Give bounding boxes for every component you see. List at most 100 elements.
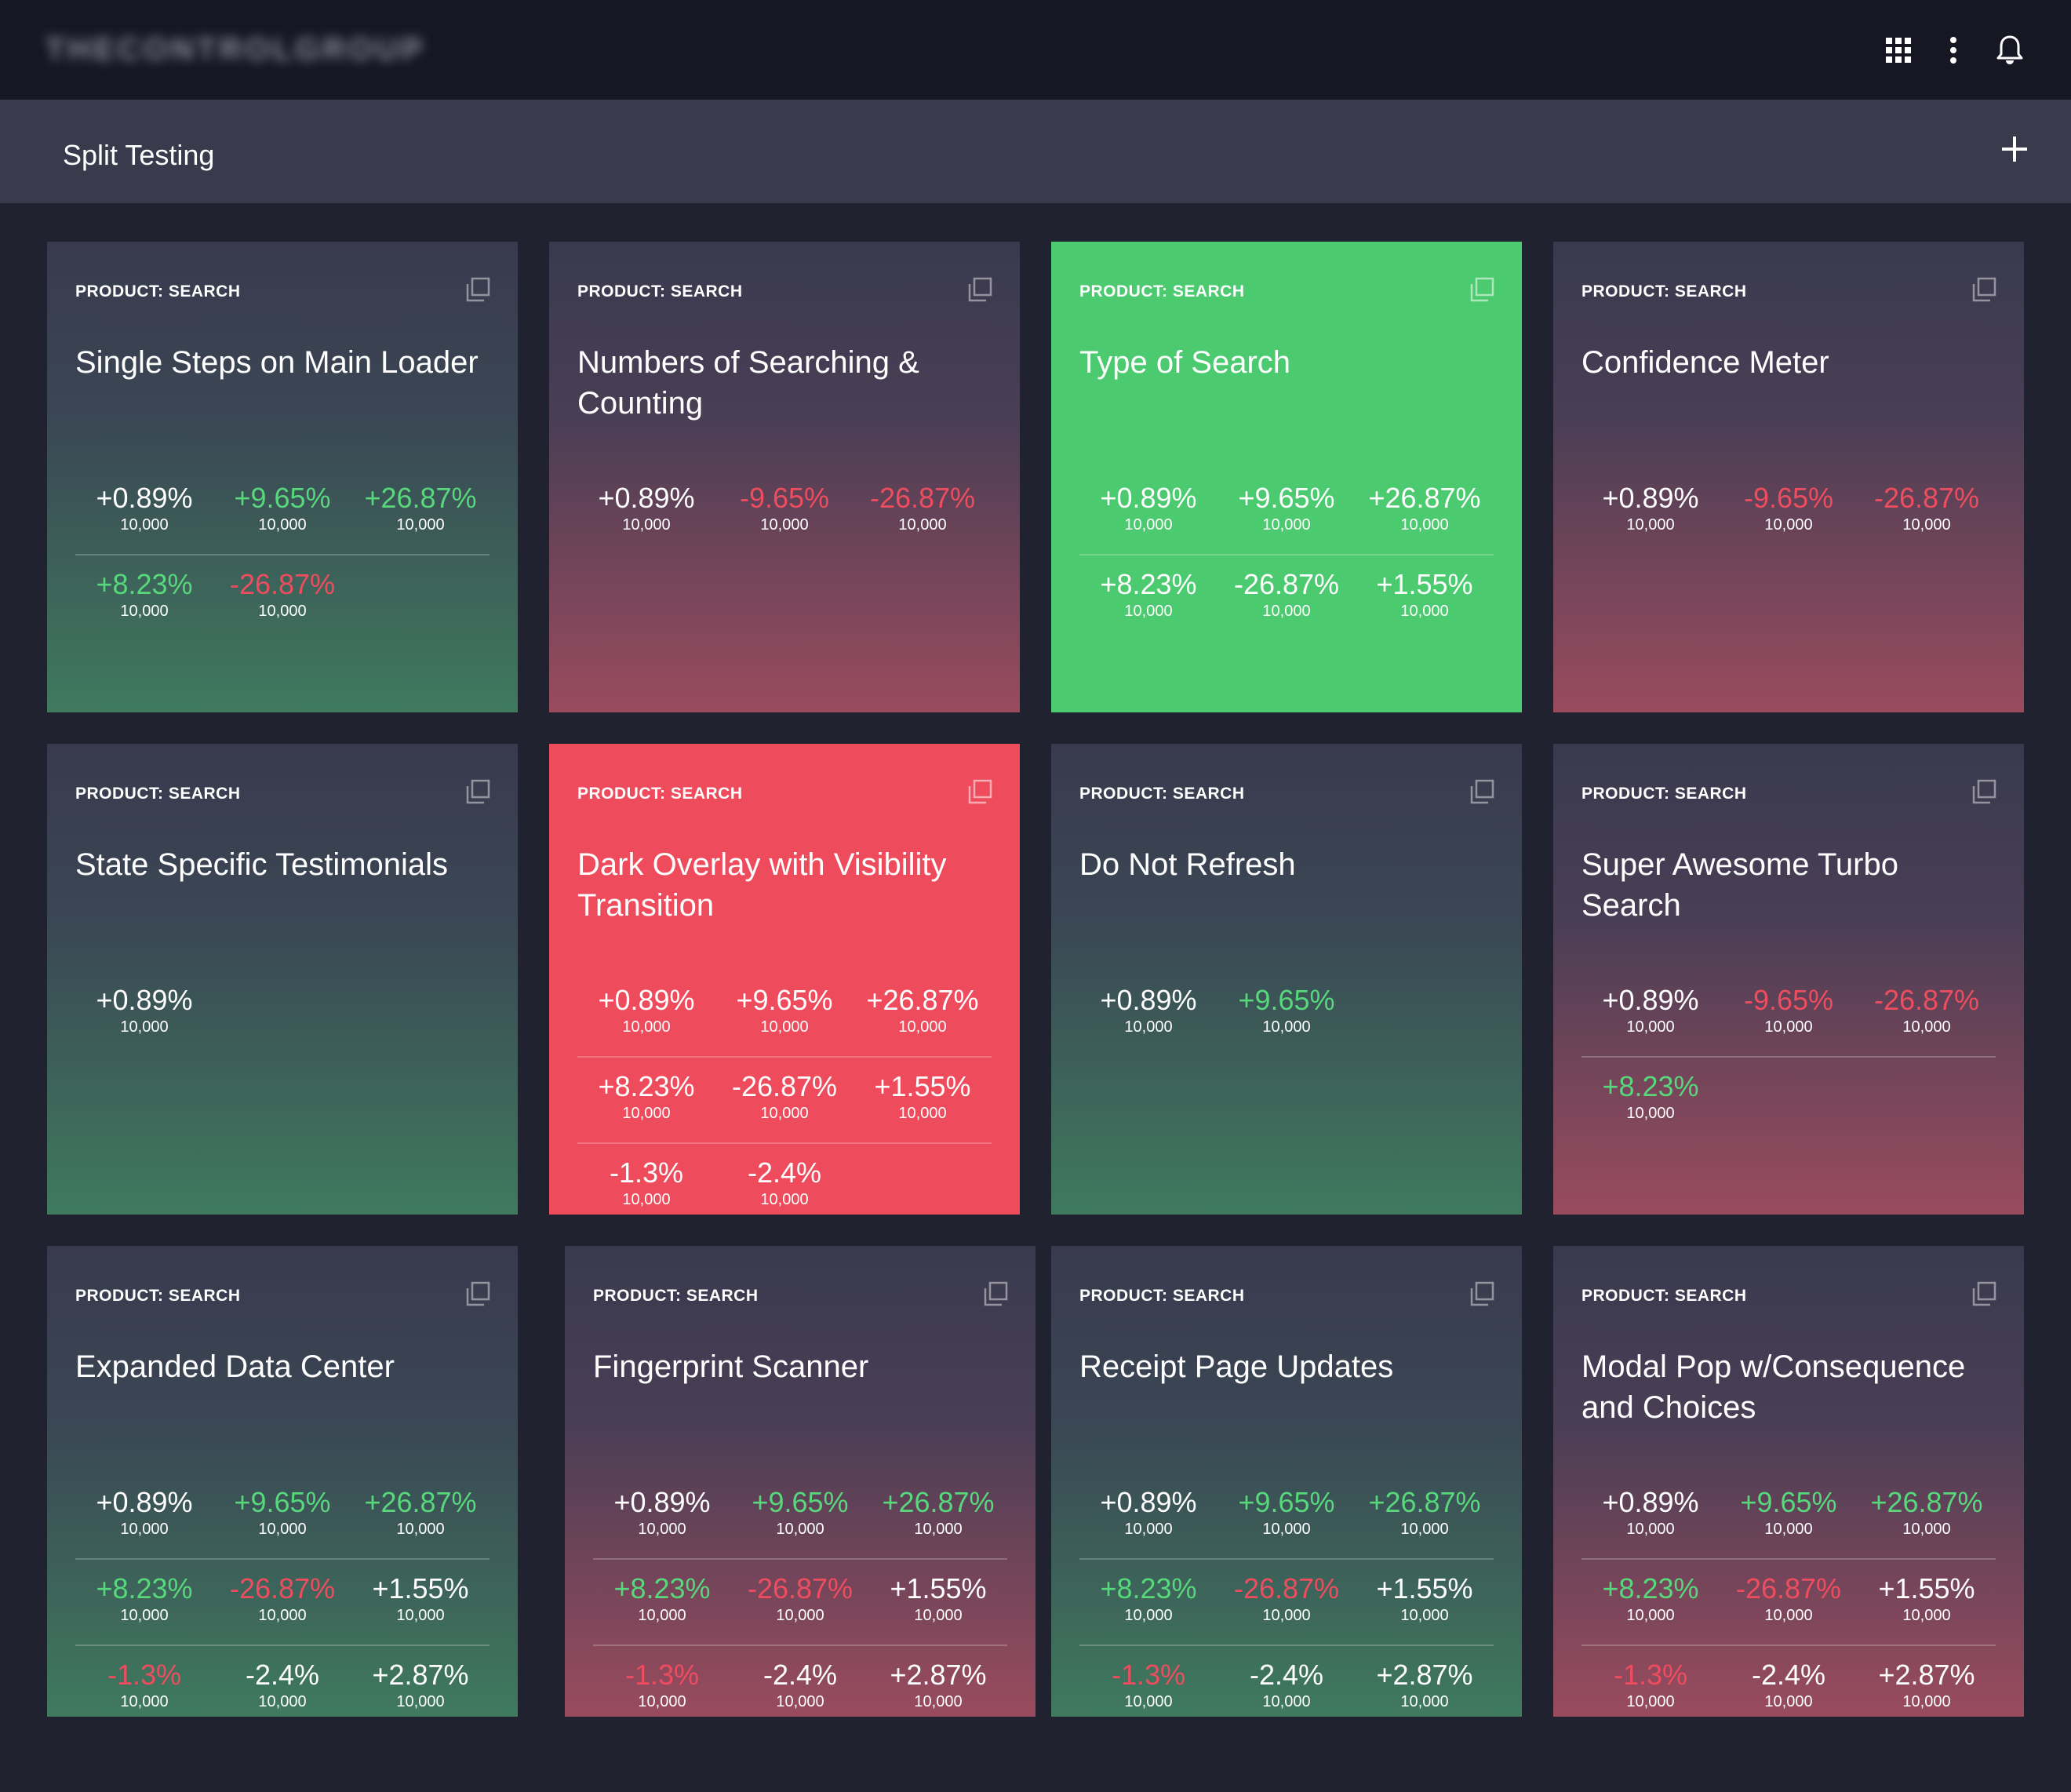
metric-percent: +8.23% xyxy=(96,568,193,600)
metrics-row: -1.3% 10,000 -2.4% 10,000 xyxy=(577,1144,992,1215)
metric-count: 10,000 xyxy=(760,1191,809,1208)
metric-percent: +26.87% xyxy=(1368,482,1481,514)
copy-icon[interactable] xyxy=(966,276,993,303)
copy-icon[interactable] xyxy=(1469,276,1495,303)
metric-cell: +9.65% 10,000 xyxy=(1217,482,1356,535)
metric-count: 10,000 xyxy=(1400,1607,1449,1624)
card-title: Single Steps on Main Loader xyxy=(75,345,479,380)
metric-count: 10,000 xyxy=(396,1607,445,1624)
test-card[interactable]: PRODUCT: SEARCH Fingerprint Scanner +0.89%… xyxy=(565,1246,1036,1717)
card-title: State Specific Testimonials xyxy=(75,847,449,882)
metric-percent: +26.87% xyxy=(364,482,477,514)
metric-count: 10,000 xyxy=(1262,1607,1311,1624)
test-card[interactable]: PRODUCT: SEARCH Modal Pop w/Consequence a… xyxy=(1553,1246,2024,1717)
metric-cell: +0.89% 10,000 xyxy=(593,1486,731,1539)
metric-count: 10,000 xyxy=(1764,1607,1813,1624)
card-category: PRODUCT: SEARCH xyxy=(1581,1287,1747,1305)
metric-cell: -26.87% 10,000 xyxy=(213,568,351,621)
test-card[interactable]: PRODUCT: SEARCH Receipt Page Updates +0.89… xyxy=(1051,1246,1522,1717)
metric-cell: +2.87% 10,000 xyxy=(1356,1659,1494,1712)
card-title: Dark Overlay with Visibility Transition xyxy=(577,847,947,923)
metric-cell: +0.89% 10,000 xyxy=(1581,1486,1720,1539)
copy-icon[interactable] xyxy=(464,778,491,805)
metric-percent: +1.55% xyxy=(1878,1572,1975,1604)
metrics-grid: +0.89% 10,000 -9.65% 10,000 -26.87% 10,000 +8.… xyxy=(1581,971,1996,1142)
metric-percent: -26.87% xyxy=(869,482,976,514)
metric-count: 10,000 xyxy=(120,603,169,620)
metric-cell: -26.87% 10,000 xyxy=(715,1070,854,1124)
card-title: Numbers of Searching & Counting xyxy=(577,345,919,421)
metrics-row: +0.89% 10,000 +9.65% 10,000 +26.87% 10,000 xyxy=(75,1473,490,1560)
metric-count: 10,000 xyxy=(622,1191,671,1208)
metric-cell: +9.65% 10,000 xyxy=(731,1486,869,1539)
test-card[interactable]: PRODUCT: SEARCH Super Awesome Turbo Searc… xyxy=(1553,744,2024,1215)
metric-percent: -26.87% xyxy=(747,1572,854,1604)
metric-count: 10,000 xyxy=(258,1693,307,1710)
bell-icon[interactable] xyxy=(1994,35,2026,66)
metric-cell: -26.87% 10,000 xyxy=(1217,568,1356,621)
metric-cell: -26.87% 10,000 xyxy=(213,1572,351,1626)
metrics-row: +8.23% 10,000 -26.87% 10,000 xyxy=(75,555,490,640)
metric-percent: -26.87% xyxy=(1233,1572,1340,1604)
metric-percent: +2.87% xyxy=(1878,1659,1975,1691)
card-title: Do Not Refresh xyxy=(1079,847,1296,882)
copy-icon[interactable] xyxy=(982,1280,1009,1307)
metric-cell: +0.89% 10,000 xyxy=(577,482,715,535)
metric-cell: -9.65% 10,000 xyxy=(1720,984,1858,1037)
metric-cell: -1.3% 10,000 xyxy=(1079,1659,1217,1712)
metrics-grid: +0.89% 10,000 -9.65% 10,000 -26.87% 10,000 xyxy=(577,469,992,554)
metric-percent: +1.55% xyxy=(1376,568,1473,600)
metric-percent: +1.55% xyxy=(372,1572,469,1604)
card-title: Modal Pop w/Consequence and Choices xyxy=(1581,1349,1966,1425)
metric-percent: +9.65% xyxy=(1740,1486,1837,1518)
metric-count: 10,000 xyxy=(1400,516,1449,534)
metric-cell: +2.87% 10,000 xyxy=(1858,1659,1996,1712)
card-category: PRODUCT: SEARCH xyxy=(1079,1287,1245,1305)
copy-icon[interactable] xyxy=(464,276,491,303)
test-card[interactable]: PRODUCT: SEARCH Confidence Meter +0.89% 10,… xyxy=(1553,242,2024,712)
copy-icon[interactable] xyxy=(1469,1280,1495,1307)
metric-count: 10,000 xyxy=(622,1018,671,1036)
test-card[interactable]: PRODUCT: SEARCH Single Steps on Main Load… xyxy=(47,242,518,712)
card-title: Receipt Page Updates xyxy=(1079,1349,1394,1384)
logo: THECONTROLGROUP xyxy=(45,32,426,67)
metric-cell: -26.87% 10,000 xyxy=(1720,1572,1858,1626)
card-category: PRODUCT: SEARCH xyxy=(75,282,241,300)
test-card[interactable]: PRODUCT: SEARCH Do Not Refresh +0.89% 10,00… xyxy=(1051,744,1522,1215)
test-card[interactable]: PRODUCT: SEARCH State Specific Testimonia… xyxy=(47,744,518,1215)
copy-icon[interactable] xyxy=(966,778,993,805)
plus-icon[interactable] xyxy=(1999,133,2030,165)
metric-cell: -2.4% 10,000 xyxy=(715,1156,854,1210)
metrics-row: +0.89% 10,000 xyxy=(75,971,490,1056)
metrics-row: -1.3% 10,000 -2.4% 10,000 +2.87% 10,000 xyxy=(593,1646,1007,1717)
metric-cell: +1.55% 10,000 xyxy=(869,1572,1007,1626)
apps-grid-icon[interactable] xyxy=(1883,35,1914,66)
metric-count: 10,000 xyxy=(1902,1693,1951,1710)
metric-cell: +2.87% 10,000 xyxy=(351,1659,490,1712)
copy-icon[interactable] xyxy=(1971,778,1997,805)
copy-icon[interactable] xyxy=(1469,778,1495,805)
copy-icon[interactable] xyxy=(1971,276,1997,303)
test-card[interactable]: PRODUCT: SEARCH Dark Overlay with Visibil… xyxy=(549,744,1020,1215)
metric-count: 10,000 xyxy=(1262,516,1311,534)
test-card[interactable]: PRODUCT: SEARCH Type of Search +0.89% 10,00… xyxy=(1051,242,1522,712)
test-card[interactable]: PRODUCT: SEARCH Expanded Data Center +0.89… xyxy=(47,1246,518,1717)
metric-cell: +1.55% 10,000 xyxy=(1858,1572,1996,1626)
more-vert-icon[interactable] xyxy=(1938,35,1969,66)
metric-count: 10,000 xyxy=(120,1521,169,1538)
metric-cell: +26.87% 10,000 xyxy=(869,1486,1007,1539)
metric-count: 10,000 xyxy=(1124,603,1173,620)
metric-percent: +0.89% xyxy=(598,482,695,514)
metric-cell: +0.89% 10,000 xyxy=(1079,482,1217,535)
metric-cell: +9.65% 10,000 xyxy=(715,984,854,1037)
metric-cell: +26.87% 10,000 xyxy=(1356,1486,1494,1539)
metric-percent: -9.65% xyxy=(1743,482,1834,514)
metric-cell: +0.89% 10,000 xyxy=(1079,984,1217,1037)
copy-icon[interactable] xyxy=(1971,1280,1997,1307)
metric-percent: +0.89% xyxy=(613,1486,711,1518)
metric-percent: -2.4% xyxy=(747,1156,822,1189)
card-title: Type of Search xyxy=(1079,345,1291,380)
metric-percent: +2.87% xyxy=(890,1659,987,1691)
copy-icon[interactable] xyxy=(464,1280,491,1307)
test-card[interactable]: PRODUCT: SEARCH Numbers of Searching & Co… xyxy=(549,242,1020,712)
